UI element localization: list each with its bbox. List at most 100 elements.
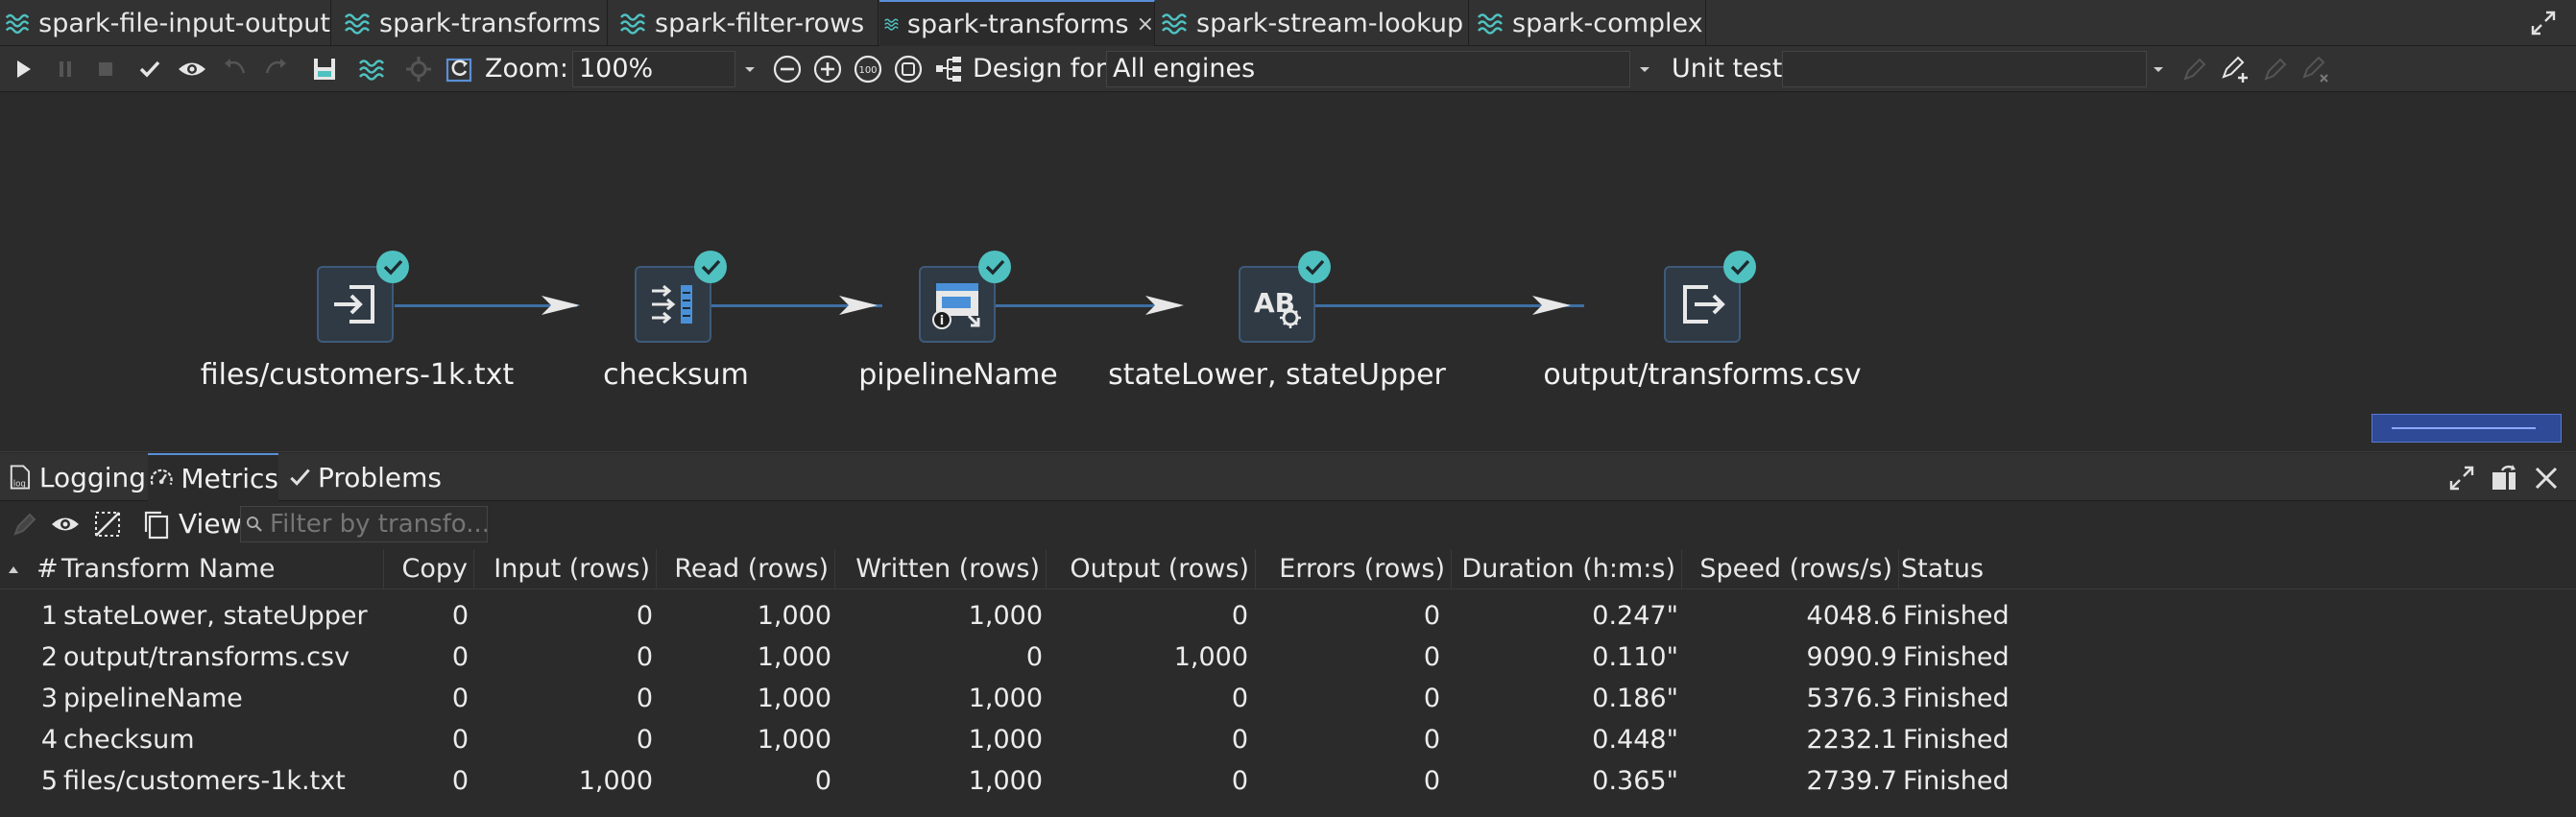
chevron-down-icon[interactable] [739,51,760,87]
unit-test-add-icon[interactable] [2220,54,2251,84]
tab-label: spark-filter-rows [655,8,865,38]
tab-logging[interactable]: log Logging [6,453,146,501]
tab-label: spark-stream-lookup [1196,8,1464,38]
pipeline-icon [619,13,646,35]
pipeline-icon [884,18,899,31]
column-header-input[interactable]: Input (rows) [474,549,657,589]
unit-test-delete-icon [2302,56,2328,83]
rotate-panel-icon[interactable] [2489,463,2519,493]
svg-text:100: 100 [858,65,877,76]
cell-speed: 2739.7 [1806,766,1897,796]
view-button[interactable]: View [179,508,242,540]
column-header-written[interactable]: Written (rows) [835,549,1047,589]
maximize-icon[interactable] [2528,8,2559,38]
chevron-down-icon[interactable] [1634,51,1655,87]
cell-copy: 0 [451,725,469,755]
cell-copy: 0 [451,684,469,713]
table-row[interactable]: 5 files/customers-1k.txt 0 1,000 0 1,000… [0,760,2576,802]
cell-output: 0 [1231,601,1248,631]
check-pipeline-icon[interactable] [134,54,165,84]
zoom-combo[interactable]: 100% [572,51,735,87]
tab-label: Problems [317,461,442,493]
cell-number: 1 [40,601,58,631]
column-header-transform-name[interactable]: Transform Name [61,549,384,589]
unit-test-combo[interactable] [1782,51,2147,87]
cell-duration: 0.365" [1592,766,1678,796]
cell-read: 1,000 [757,601,831,631]
transform-node-label: stateLower, stateUpper [1108,358,1446,392]
maximize-icon[interactable] [2446,463,2477,493]
cell-duration: 0.186" [1592,684,1678,713]
tab-problems[interactable]: Problems [288,453,442,501]
column-header-status[interactable]: Status [1901,549,2074,589]
save-icon[interactable] [309,54,340,84]
pipeline-icon [344,13,371,35]
transform-node-label: files/customers-1k.txt [200,358,515,392]
column-header-errors[interactable]: Errors (rows) [1256,549,1452,589]
pipeline-icon[interactable] [357,54,388,84]
metrics-toolbar: View [0,502,2576,546]
unit-test-label: Unit test: [1672,54,1792,84]
table-row[interactable]: 1 stateLower, stateUpper 0 0 1,000 1,000… [0,595,2576,637]
column-header-output[interactable]: Output (rows) [1047,549,1256,589]
tab-spark-transforms[interactable]: spark-transforms [339,0,608,46]
pipeline-info-icon: i [932,283,980,329]
tab-spark-complex[interactable]: spark-complex [1472,0,1706,46]
checkmark-icon [290,469,310,486]
preview-eye-icon[interactable] [177,54,207,84]
table-row[interactable]: 3 pipelineName 0 0 1,000 1,000 0 0 0.186… [0,678,2576,719]
sort-up-icon[interactable] [8,565,19,574]
column-header-duration[interactable]: Duration (h:m:s) [1452,549,1682,589]
pipeline-canvas[interactable]: files/customers-1k.txt checksum i pipeli… [0,93,2576,452]
zoom-fit-icon[interactable] [893,54,924,84]
success-check-icon [978,251,1011,283]
layout-tree-icon[interactable] [933,54,964,84]
table-row[interactable]: 2 output/transforms.csv 0 0 1,000 0 1,00… [0,637,2576,678]
design-for-label: Design for: [973,54,1115,84]
log-icon: log [10,465,31,490]
tab-spark-filter-rows[interactable]: spark-filter-rows [614,0,879,46]
table-row[interactable]: 4 checksum 0 0 1,000 1,000 0 0 0.448" 22… [0,719,2576,760]
chevron-down-icon[interactable] [2148,51,2169,87]
close-icon[interactable] [2531,463,2562,493]
zoom-out-icon[interactable] [772,54,803,84]
cell-number: 2 [40,642,58,672]
run-icon[interactable] [8,54,38,84]
zoom-100-icon[interactable]: 100 [853,54,883,84]
column-header-copy[interactable]: Copy [384,549,474,589]
column-header-speed[interactable]: Speed (rows/s) [1682,549,1899,589]
column-header-read[interactable]: Read (rows) [657,549,835,589]
zoom-value: 100% [579,54,654,84]
tab-label: Logging [38,461,146,493]
filter-transforms-input[interactable] [240,506,488,542]
tab-metrics[interactable]: Metrics [148,453,278,501]
tab-spark-file-input-output[interactable]: spark-file-input-output [0,0,331,46]
cell-read: 0 [814,766,831,796]
tab-spark-stream-lookup[interactable]: spark-stream-lookup [1156,0,1469,46]
column-header-number[interactable]: # [36,549,61,589]
cell-input: 0 [636,684,653,713]
tab-label: spark-file-input-output [38,8,330,38]
cell-transform-name: pipelineName [63,684,243,713]
cell-read: 1,000 [757,725,831,755]
tab-label: spark-transforms [906,9,1129,39]
refresh-icon[interactable] [444,54,474,84]
zoom-label: Zoom: [485,54,568,84]
transform-node-label: checksum [603,358,749,392]
pipeline-icon [5,13,30,35]
cell-output: 1,000 [1173,642,1248,672]
hop-arrow-icon [839,296,878,315]
tab-label: Metrics [181,462,278,494]
hide-selection-icon[interactable] [92,509,123,540]
copy-view-icon[interactable] [140,509,171,540]
cell-status: Finished [1903,766,2010,796]
cell-written: 1,000 [968,684,1043,713]
zoom-in-icon[interactable] [812,54,843,84]
cell-errors: 0 [1423,601,1440,631]
canvas-minimap[interactable] [2371,414,2562,443]
design-for-combo[interactable]: All engines [1106,51,1630,87]
preview-eye-icon[interactable] [50,509,81,540]
cell-read: 1,000 [757,642,831,672]
tab-spark-transforms-active[interactable]: spark-transforms × [879,0,1155,46]
close-tab-icon[interactable]: × [1137,12,1154,36]
